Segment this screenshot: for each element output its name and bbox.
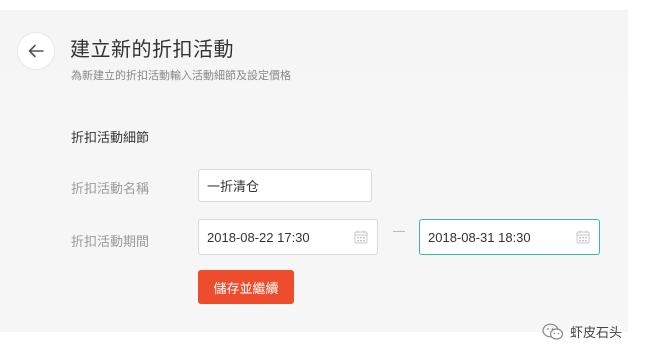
create-discount-panel: 建立新的折扣活動 為新建立的折扣活動輸入活動細節及設定價格 折扣活動細節 折扣活… [0, 10, 628, 332]
end-date-input[interactable]: 2018-08-31 18:30 [419, 219, 600, 255]
save-and-continue-button[interactable]: 儲存並繼續 [198, 270, 294, 304]
end-date-value: 2018-08-31 18:30 [428, 229, 531, 245]
start-date-input[interactable]: 2018-08-22 17:30 [198, 219, 378, 255]
wechat-icon [542, 323, 564, 340]
section-title: 折扣活動細節 [71, 131, 150, 146]
watermark-text: 虾皮石头 [570, 326, 623, 341]
date-range-separator [393, 231, 405, 232]
arrow-left-icon [28, 44, 44, 58]
watermark: 虾皮石头 [542, 322, 622, 341]
calendar-icon[interactable] [354, 230, 368, 244]
discount-name-input[interactable]: 一折清仓 [198, 169, 372, 202]
discount-name-value: 一折清仓 [207, 179, 260, 194]
discount-period-label: 折扣活動期間 [71, 235, 150, 250]
page-title: 建立新的折扣活動 [70, 37, 234, 61]
calendar-icon[interactable] [576, 230, 590, 244]
back-button[interactable] [17, 32, 55, 70]
discount-name-label: 折扣活動名稱 [71, 182, 150, 197]
start-date-value: 2018-08-22 17:30 [207, 229, 310, 245]
page-header: 建立新的折扣活動 為新建立的折扣活動輸入活動細節及設定價格 [0, 10, 628, 98]
page-subtitle: 為新建立的折扣活動輸入活動細節及設定價格 [71, 69, 291, 82]
